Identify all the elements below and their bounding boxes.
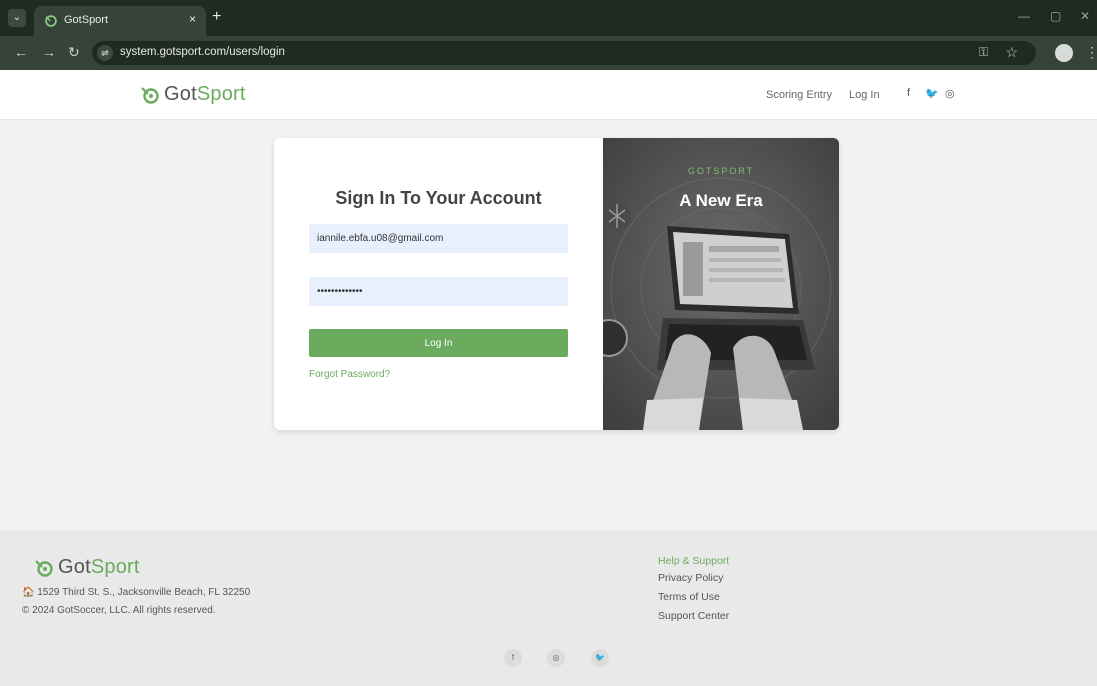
laptop-typing-image (603, 138, 839, 430)
browser-tab[interactable]: GotSport × (34, 6, 206, 36)
footer-instagram-icon[interactable]: ◎ (547, 649, 565, 667)
footer-logo[interactable]: GotSport (34, 556, 140, 579)
gotsport-logo-icon (141, 86, 159, 104)
forward-icon[interactable]: → (42, 44, 56, 60)
promo-panel: GOTSPORT A New Era (603, 138, 839, 430)
password-field[interactable] (309, 277, 568, 306)
scoring-entry-link[interactable]: Scoring Entry (766, 89, 832, 101)
new-tab-button[interactable]: + (212, 8, 221, 26)
site-header: GotSport Scoring Entry Log In f 🐦 ◎ (0, 70, 1097, 120)
maximize-icon[interactable]: ▢ (1050, 9, 1061, 23)
log-in-button[interactable]: Log In (309, 329, 568, 357)
address-bar[interactable]: ⇌ system.gotsport.com/users/login ⚿ ☆ (92, 41, 1036, 65)
sign-in-heading: Sign In To Your Account (335, 188, 542, 208)
login-card: Sign In To Your Account Log In Forgot Pa… (274, 138, 839, 430)
help-support-heading: Help & Support (658, 555, 730, 567)
tab-close-icon[interactable]: × (189, 12, 196, 26)
logo-text: GotSport (164, 83, 246, 105)
facebook-icon[interactable]: f (907, 87, 910, 99)
site-footer: GotSport 🏠 1529 Third St. S., Jacksonvil… (0, 530, 1097, 686)
browser-menu-icon[interactable]: ⋮ (1085, 44, 1097, 61)
gotsport-favicon-icon (45, 15, 57, 27)
forgot-password-link[interactable]: Forgot Password? (309, 369, 390, 380)
site-info-icon[interactable]: ⇌ (97, 45, 113, 61)
tab-title: GotSport (64, 14, 109, 26)
support-center-link[interactable]: Support Center (658, 610, 729, 622)
gotsport-logo[interactable]: GotSport (140, 83, 246, 106)
gotsport-logo-icon (35, 559, 53, 577)
browser-toolbar: ← → ↻ ⇌ system.gotsport.com/users/login … (0, 36, 1097, 70)
instagram-icon[interactable]: ◎ (945, 87, 955, 100)
footer-twitter-icon[interactable]: 🐦 (591, 649, 609, 667)
browser-tab-bar: ⌄ GotSport × + — ▢ ✕ (0, 0, 1097, 36)
minimize-icon[interactable]: — (1018, 9, 1030, 23)
profile-avatar[interactable] (1055, 44, 1073, 62)
footer-copyright: © 2024 GotSoccer, LLC. All rights reserv… (22, 605, 216, 616)
header-login-link[interactable]: Log In (849, 89, 880, 101)
back-icon[interactable]: ← (14, 44, 28, 60)
privacy-policy-link[interactable]: Privacy Policy (658, 572, 723, 584)
reload-icon[interactable]: ↻ (68, 44, 80, 61)
logo-text: GotSport (58, 556, 140, 578)
email-field[interactable] (309, 224, 568, 253)
password-key-icon[interactable]: ⚿ (979, 45, 988, 60)
tab-list-button[interactable]: ⌄ (8, 9, 26, 27)
window-close-icon[interactable]: ✕ (1080, 9, 1090, 23)
twitter-icon[interactable]: 🐦 (925, 87, 939, 100)
terms-of-use-link[interactable]: Terms of Use (658, 591, 720, 603)
bookmark-star-icon[interactable]: ☆ (1005, 44, 1018, 61)
url-text[interactable]: system.gotsport.com/users/login (120, 46, 285, 58)
promo-kicker: GOTSPORT (687, 166, 755, 176)
footer-facebook-icon[interactable]: f (504, 649, 522, 667)
footer-address: 🏠 1529 Third St. S., Jacksonville Beach,… (22, 587, 251, 598)
login-form: Sign In To Your Account Log In Forgot Pa… (274, 138, 603, 430)
promo-title: A New Era (679, 191, 763, 210)
